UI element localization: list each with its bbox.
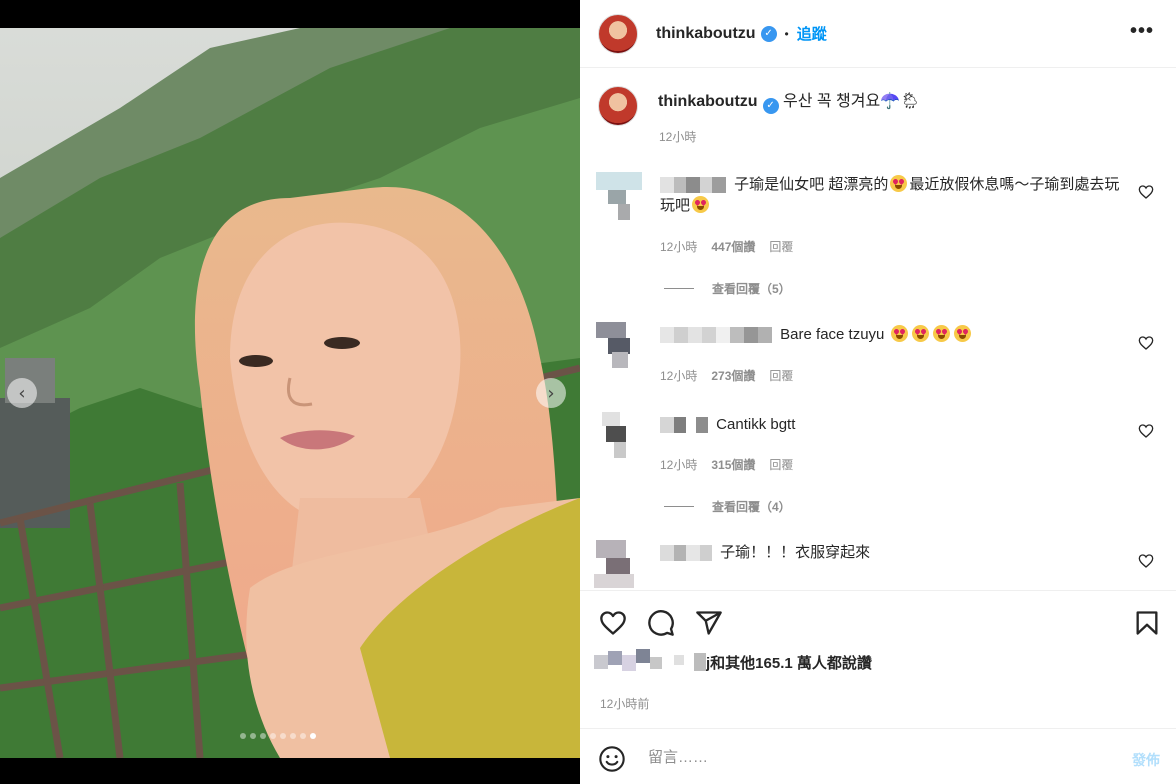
separator-dot: •	[784, 26, 789, 41]
comment-body: Bare face tzuyu	[780, 326, 885, 343]
verified-badge-icon: ✓	[762, 98, 779, 114]
verified-badge-icon: ✓	[760, 25, 777, 42]
commenter-avatar[interactable]	[594, 318, 644, 368]
view-replies-label: 查看回覆（5）	[712, 282, 791, 296]
reply-button[interactable]: 回覆	[769, 238, 793, 255]
previous-slide-button[interactable]: ‹	[7, 378, 37, 408]
comment-text: 子瑜是仙女吧 超漂亮的 最近放假休息嗎～子瑜到處去玩玩吧	[660, 174, 1130, 216]
heart-eyes-emoji-icon	[932, 325, 950, 342]
post-caption: thinkaboutzu ✓ 우산 꼭 챙겨요☂️🌦	[598, 86, 920, 126]
follow-button[interactable]: 追蹤	[797, 23, 827, 44]
comment-text: 子瑜！！！衣服穿起來	[660, 542, 1130, 563]
comment-like-heart-icon[interactable]	[1138, 423, 1154, 439]
post-photo	[0, 28, 580, 758]
heart-eyes-emoji-icon	[890, 175, 908, 192]
heart-eyes-emoji-icon	[890, 325, 908, 342]
carousel-dot	[280, 733, 286, 739]
commenter-username[interactable]	[660, 417, 708, 434]
view-replies-label: 查看回覆（4）	[712, 500, 791, 514]
commenter-username[interactable]	[660, 545, 712, 562]
comment-input[interactable]	[648, 743, 1088, 771]
comment-item: 子瑜！！！衣服穿起來	[594, 538, 1154, 590]
carousel-dot	[290, 733, 296, 739]
next-slide-button[interactable]: ›	[536, 378, 566, 408]
chevron-right-icon: ›	[547, 382, 555, 404]
commenter-avatar[interactable]	[594, 538, 644, 588]
comment-body: Cantikk bgtt	[716, 416, 796, 433]
grinning-emoji-icon	[692, 196, 710, 213]
comment-like-heart-icon[interactable]	[1138, 553, 1154, 569]
caption-body: 우산 꼭 챙겨요☂️🌦	[783, 93, 921, 110]
comment-like-heart-icon[interactable]	[1138, 184, 1154, 200]
comment-meta: 12小時 273個讚 回覆	[660, 367, 793, 384]
likes-summary[interactable]: j和其他165.1 萬人都說讚	[594, 649, 872, 675]
comment-meta: 12小時 447個讚 回覆	[660, 238, 793, 255]
author-username[interactable]: thinkaboutzu	[656, 25, 756, 43]
carousel-dot	[250, 733, 256, 739]
comment-composer: 發佈	[580, 728, 1176, 784]
comment-icon[interactable]	[647, 609, 675, 637]
post-timestamp: 12小時前	[600, 697, 650, 711]
commenter-avatar[interactable]	[594, 408, 644, 458]
heart-icon[interactable]	[599, 609, 627, 637]
carousel-dot	[240, 733, 246, 739]
comment-item: Cantikk bgtt 12小時 315個讚 回覆 查看回覆（4）	[594, 408, 1154, 518]
send-icon[interactable]	[695, 609, 723, 637]
replies-divider-line	[664, 288, 694, 289]
comment-timestamp: 12小時	[660, 240, 698, 254]
post-details-panel: thinkaboutzu ✓ • 追蹤 ••• thinkaboutzu ✓ 우산…	[580, 0, 1176, 784]
comments-list[interactable]: thinkaboutzu ✓ 우산 꼭 챙겨요☂️🌦 12小時 子瑜是仙女吧 超漂…	[580, 68, 1176, 590]
carousel-dot-active	[310, 733, 316, 739]
post-header: thinkaboutzu ✓ • 追蹤 •••	[580, 0, 1176, 68]
author-avatar[interactable]	[598, 86, 638, 126]
comment-text: Bare face tzuyu	[660, 324, 1130, 345]
comment-like-count[interactable]: 273個讚	[711, 367, 755, 384]
more-options-icon[interactable]: •••	[1130, 20, 1154, 43]
caption-username[interactable]: thinkaboutzu	[658, 93, 758, 110]
comment-timestamp: 12小時	[660, 458, 698, 472]
carousel-dot	[260, 733, 266, 739]
likes-count-text[interactable]: j和其他165.1 萬人都說讚	[706, 652, 872, 673]
smiley-icon[interactable]	[598, 745, 626, 773]
commenter-avatar[interactable]	[594, 170, 644, 220]
carousel-dot	[270, 733, 276, 739]
caption-text: thinkaboutzu ✓ 우산 꼭 챙겨요☂️🌦	[658, 92, 920, 126]
post-actions: j和其他165.1 萬人都說讚 12小時前	[580, 590, 1176, 728]
author-avatar[interactable]	[598, 13, 638, 54]
heart-eyes-emoji-icon	[911, 325, 929, 342]
comment-text: Cantikk bgtt	[660, 414, 1130, 435]
comment-meta: 12小時 315個讚 回覆	[660, 456, 793, 473]
reply-button[interactable]: 回覆	[769, 367, 793, 384]
post-comment-button[interactable]: 發佈	[1132, 750, 1160, 770]
comment-item: 子瑜是仙女吧 超漂亮的 最近放假休息嗎～子瑜到處去玩玩吧 12小時 447個讚 回…	[594, 170, 1154, 296]
comment-body-part1: 子瑜是仙女吧 超漂亮的	[734, 176, 889, 193]
replies-divider-line	[664, 506, 694, 507]
reply-button[interactable]: 回覆	[769, 456, 793, 473]
heart-eyes-emoji-icon	[953, 325, 971, 342]
comment-body: 子瑜！！！衣服穿起來	[720, 544, 871, 561]
comment-like-heart-icon[interactable]	[1138, 335, 1154, 351]
comment-like-count[interactable]: 447個讚	[711, 238, 755, 255]
comment-like-count[interactable]: 315個讚	[711, 456, 755, 473]
liker-avatars	[594, 649, 706, 675]
comment-timestamp: 12小時	[660, 369, 698, 383]
bookmark-icon[interactable]	[1133, 609, 1161, 637]
commenter-username[interactable]	[660, 177, 726, 194]
caption-timestamp: 12小時	[659, 130, 697, 144]
post-media: ‹ ›	[0, 0, 580, 784]
chevron-left-icon: ‹	[18, 382, 26, 404]
commenter-username[interactable]	[660, 327, 772, 344]
view-replies-button[interactable]: 查看回覆（5）	[664, 280, 791, 297]
view-replies-button[interactable]: 查看回覆（4）	[664, 498, 791, 515]
selfie-photo	[0, 28, 580, 758]
carousel-dot	[300, 733, 306, 739]
comment-item: Bare face tzuyu 12小時 273個讚 回覆	[594, 318, 1154, 388]
carousel-indicator	[240, 733, 316, 739]
